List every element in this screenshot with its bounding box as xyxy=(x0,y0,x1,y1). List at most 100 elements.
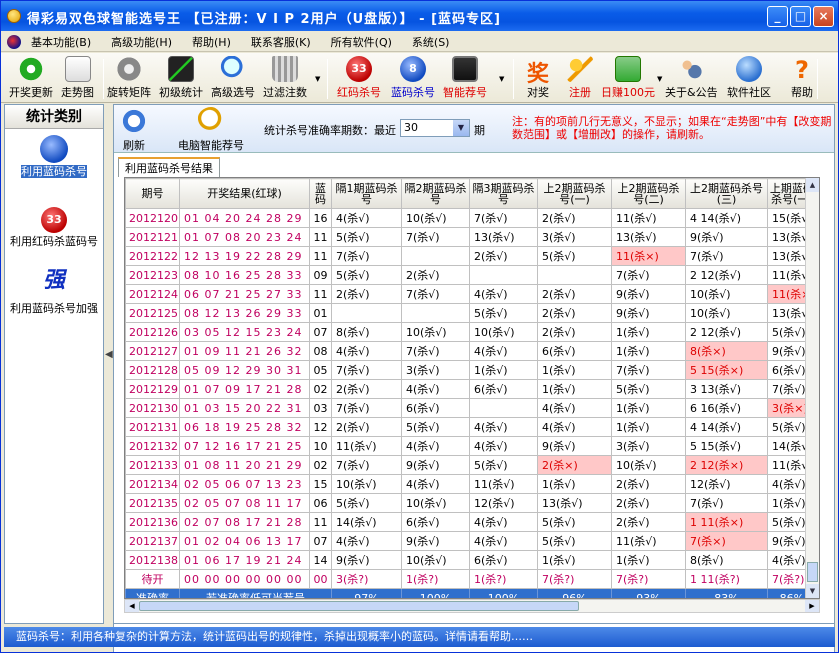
table-row[interactable]: 2012122 12 13 19 22 28 29 11 7(杀√) 2(杀√) 5(杀√… xyxy=(125,246,817,266)
kill-cell: 2 12(杀×) xyxy=(685,455,768,475)
menu-advanced[interactable]: 高级功能(H) xyxy=(101,34,182,50)
table-row[interactable]: 2012126 03 05 12 15 23 24 07 8(杀√) 10(杀√) 10(… xyxy=(125,322,817,342)
column-header[interactable]: 隔1期蓝码杀号 xyxy=(331,178,402,209)
category-red-kill-blue[interactable]: 33 利用红码杀蓝码号 xyxy=(5,207,103,248)
toolbar-button-10[interactable]: 注册 xyxy=(567,56,593,100)
column-header[interactable]: 隔3期蓝码杀号 xyxy=(469,178,538,209)
toolbar-button-1[interactable]: 走势图 xyxy=(61,56,94,100)
toolbar-button-7[interactable]: 8 蓝码杀号 xyxy=(391,56,435,100)
tab-blue-kill-result[interactable]: 利用蓝码杀号结果 xyxy=(118,157,220,177)
menu-all-software[interactable]: 所有软件(Q) xyxy=(321,34,402,50)
blue-ball-cell: 02 xyxy=(309,379,332,399)
refresh-button[interactable]: 刷新 xyxy=(120,107,148,153)
hscroll-thumb[interactable] xyxy=(139,601,579,611)
column-header[interactable]: 上2期蓝码杀号(二) xyxy=(611,178,686,209)
red-ball-icon: 33 xyxy=(346,56,372,82)
toolbar-button-13[interactable]: 软件社区 xyxy=(727,56,771,100)
menu-app-icon[interactable] xyxy=(7,34,21,49)
toolbar-button-5[interactable]: 过滤注数 xyxy=(263,56,307,100)
menu-system[interactable]: 系统(S) xyxy=(402,34,460,50)
table-row[interactable]: 2012135 02 05 07 08 11 17 06 5(杀√) 10(杀√) 12(… xyxy=(125,493,817,513)
column-header[interactable]: 隔2期蓝码杀号 xyxy=(401,178,470,209)
menu-contact[interactable]: 联系客服(K) xyxy=(241,34,321,50)
toolbar-button-12[interactable]: 关于&公告 xyxy=(665,56,718,100)
toolbar-button-2[interactable]: 旋转矩阵 xyxy=(107,56,151,100)
toolbar-button-6[interactable]: 33 红码杀号 xyxy=(337,56,381,100)
stat-periods-select[interactable]: 30 ▼ xyxy=(400,119,470,137)
menu-basic[interactable]: 基本功能(B) xyxy=(21,34,101,50)
column-header[interactable]: 上2期蓝码杀号(一) xyxy=(537,178,612,209)
collapse-arrow-icon[interactable]: ◀ xyxy=(105,349,113,360)
accuracy-cell: 100% xyxy=(469,588,538,598)
toolbar-button-9[interactable]: 奖对奖 xyxy=(525,56,551,100)
table-row[interactable]: 2012125 08 12 13 26 29 33 01 5(杀√) 2(杀√) 9(杀√… xyxy=(125,303,817,323)
chevron-down-icon[interactable]: ▼ xyxy=(657,75,662,83)
smart-recommend-button[interactable]: 电脑智能荐号 xyxy=(178,107,244,153)
table-row[interactable]: 2012127 01 09 11 21 26 32 08 4(杀√) 7(杀√) 4(杀√… xyxy=(125,341,817,361)
table-row[interactable]: 2012131 06 18 19 25 28 32 12 2(杀√) 5(杀√) 4(杀√… xyxy=(125,417,817,437)
red-balls-cell: 01 09 11 21 26 32 xyxy=(179,341,310,361)
table-row[interactable]: 2012138 01 06 17 19 21 24 14 9(杀√) 10(杀√) 6(杀… xyxy=(125,550,817,570)
toolbar-button-4[interactable]: 高级选号 xyxy=(211,56,255,100)
category-blue-kill-plus[interactable]: 强 利用蓝码杀号加强 xyxy=(5,270,103,315)
kill-cell: 13(杀√) xyxy=(537,493,612,513)
period-cell: 2012130 xyxy=(125,398,180,418)
blue-ball-cell: 00 xyxy=(309,569,332,589)
toolbar-button-3[interactable]: 初级统计 xyxy=(159,56,203,100)
category-blue-kill[interactable]: 利用蓝码杀号 xyxy=(5,135,103,178)
table-row[interactable]: 2012128 05 09 12 29 30 31 05 7(杀√) 3(杀√) 1(杀√… xyxy=(125,360,817,380)
table-row[interactable]: 2012123 08 10 16 25 28 33 09 5(杀√) 2(杀√) 7(杀√… xyxy=(125,265,817,285)
kill-cell: 7(杀?) xyxy=(537,569,612,589)
table-row[interactable]: 2012137 01 02 04 06 13 17 07 4(杀√) 9(杀√) 4(杀√… xyxy=(125,531,817,551)
horizontal-scrollbar[interactable]: ◀ ▶ xyxy=(124,599,820,613)
toolbar-button-0[interactable]: 开奖更新 xyxy=(9,56,53,100)
chevron-down-icon[interactable]: ▼ xyxy=(499,75,504,83)
pending-row[interactable]: 待开 00 00 00 00 00 00 00 3(杀?) 1(杀?) 1(杀?) 7(杀?… xyxy=(125,569,817,589)
table-row[interactable]: 2012124 06 07 21 25 27 33 11 2(杀√) 7(杀√) 4(杀√… xyxy=(125,284,817,304)
column-header[interactable]: 期号 xyxy=(125,178,180,209)
table-row[interactable]: 2012129 01 07 09 17 21 28 02 2(杀√) 4(杀√) 6(杀√… xyxy=(125,379,817,399)
red-balls-cell: 02 07 08 17 21 28 xyxy=(179,512,310,532)
toolbar-button-8[interactable]: 智能荐号 xyxy=(443,56,487,100)
toolbar-button-11[interactable]: 日赚100元 xyxy=(601,56,655,100)
kill-cell: 14(杀√) xyxy=(331,512,402,532)
kill-cell: 4(杀√) xyxy=(469,341,538,361)
maximize-button[interactable]: □ xyxy=(790,6,811,27)
menu-help[interactable]: 帮助(H) xyxy=(182,34,241,50)
toolbar-label: 红码杀号 xyxy=(337,86,381,99)
column-header[interactable]: 蓝码 xyxy=(309,178,332,209)
kill-cell: 11(杀×) xyxy=(611,246,686,266)
kill-cell: 2(杀√) xyxy=(537,208,612,228)
table-row[interactable]: 2012130 01 03 15 20 22 31 03 7(杀√) 6(杀√) 4(杀√… xyxy=(125,398,817,418)
toolbar-label: 关于&公告 xyxy=(665,86,718,99)
toolbar-button-14[interactable]: ? 帮助 xyxy=(789,56,815,100)
column-header[interactable]: 上2期蓝码杀号(三) xyxy=(685,178,768,209)
table-row[interactable]: 2012134 02 05 06 07 13 23 15 10(杀√) 4(杀√) 11(… xyxy=(125,474,817,494)
scroll-left-icon[interactable]: ◀ xyxy=(125,600,139,612)
scroll-down-icon[interactable]: ▼ xyxy=(806,584,819,598)
table-row[interactable]: 2012132 07 12 16 17 21 25 10 11(杀√) 4(杀√) 4(杀… xyxy=(125,436,817,456)
table-row[interactable]: 2012120 01 04 20 24 28 29 16 4(杀√) 10(杀√) 7(杀… xyxy=(125,208,817,228)
red-balls-cell: 01 04 20 24 28 29 xyxy=(179,208,310,228)
period-cell: 2012128 xyxy=(125,360,180,380)
kill-cell: 13(杀√) xyxy=(469,227,538,247)
kill-cell: 12(杀√) xyxy=(685,474,768,494)
table-row[interactable]: 2012121 01 07 08 20 23 24 11 5(杀√) 7(杀√) 13(杀… xyxy=(125,227,817,247)
kill-cell: 4(杀√) xyxy=(331,341,402,361)
red-balls-cell: 06 18 19 25 28 32 xyxy=(179,417,310,437)
table-row[interactable]: 2012133 01 08 11 20 21 29 02 7(杀√) 9(杀√) 5(杀√… xyxy=(125,455,817,475)
column-header[interactable]: 开奖结果(红球) xyxy=(179,178,310,209)
kill-cell: 4 14(杀√) xyxy=(685,417,768,437)
chevron-down-icon[interactable]: ▼ xyxy=(315,75,320,83)
table-row[interactable]: 2012136 02 07 08 17 21 28 11 14(杀√) 6(杀√) 4(杀… xyxy=(125,512,817,532)
blue-ball-cell: 01 xyxy=(309,303,332,323)
scroll-up-icon[interactable]: ▲ xyxy=(806,178,819,192)
vertical-scrollbar[interactable]: ▲ ▼ xyxy=(805,178,819,598)
minimize-button[interactable]: _ xyxy=(767,6,788,27)
close-button[interactable]: × xyxy=(813,6,834,27)
scroll-thumb[interactable] xyxy=(807,562,818,582)
splitter[interactable]: ◀ xyxy=(105,104,113,624)
chevron-down-icon[interactable]: ▼ xyxy=(453,120,469,136)
red-balls-cell: 01 06 17 19 21 24 xyxy=(179,550,310,570)
scroll-right-icon[interactable]: ▶ xyxy=(805,600,819,612)
